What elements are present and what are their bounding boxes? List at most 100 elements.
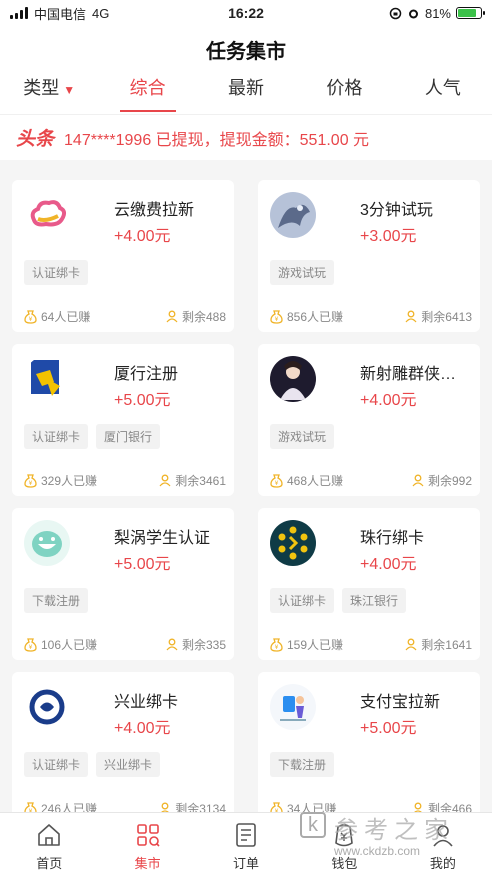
- svg-text:¥: ¥: [29, 644, 33, 651]
- money-bag-icon: ¥: [270, 309, 283, 324]
- svg-text:¥: ¥: [29, 316, 33, 323]
- task-name: 兴业绑卡: [114, 694, 179, 711]
- task-stats: ¥106人已赚 剩余335: [24, 636, 226, 653]
- earned-text: 329人已赚: [41, 474, 98, 488]
- earned-count: ¥329人已赚: [24, 472, 97, 489]
- task-tags: 认证绑卡 兴业绑卡: [24, 752, 161, 777]
- tab-comprehensive[interactable]: 综合: [98, 72, 196, 114]
- task-card[interactable]: 云缴费拉新 +4.00元 认证绑卡 ¥64人已赚 剩余488: [12, 180, 234, 332]
- task-reward: +5.00元: [360, 720, 417, 737]
- nav-orders[interactable]: 订单: [197, 813, 295, 878]
- page-title: 任务集市: [206, 40, 286, 63]
- carrier-label: 中国电信: [34, 6, 87, 22]
- battery-icon: [456, 7, 485, 19]
- tab-label: 价格: [326, 78, 363, 98]
- remaining-count: 剩余6413: [405, 308, 472, 325]
- task-tag: 认证绑卡: [24, 424, 89, 449]
- person-icon: [405, 310, 417, 323]
- tab-type[interactable]: 类型 ▼: [0, 72, 98, 114]
- nav-label: 我的: [429, 856, 456, 871]
- tab-popularity[interactable]: 人气: [394, 72, 492, 114]
- nav-label: 订单: [233, 856, 260, 871]
- xiamen-bank-logo-icon: [24, 356, 70, 402]
- task-tags: 游戏试玩: [270, 260, 335, 285]
- task-card[interactable]: 厦行注册 +5.00元 认证绑卡 厦门银行 ¥329人已赚 剩余3461: [12, 344, 234, 496]
- task-tags: 认证绑卡 厦门银行: [24, 424, 161, 449]
- headline-ticker[interactable]: 头条 147****1996 已提现，提现金额：551.00 元: [0, 114, 492, 160]
- tab-label: 人气: [424, 78, 461, 98]
- tab-price[interactable]: 价格: [295, 72, 393, 114]
- task-tag: 认证绑卡: [270, 588, 335, 613]
- wallet-icon: [335, 824, 354, 847]
- earned-text: 468人已赚: [287, 474, 344, 488]
- status-right: 81%: [312, 5, 485, 21]
- svg-text:¥: ¥: [29, 480, 33, 487]
- earned-text: 64人已赚: [41, 310, 91, 324]
- money-bag-icon: ¥: [24, 637, 37, 652]
- status-bar: 中国电信 4G 16:22 81%: [0, 0, 492, 26]
- network-label: 4G: [92, 5, 110, 21]
- money-bag-icon: ¥: [270, 637, 283, 652]
- task-reward: +5.00元: [114, 556, 171, 573]
- svg-text:¥: ¥: [275, 316, 279, 323]
- dragon-game-logo-icon: [270, 192, 316, 238]
- order-list-icon: [236, 823, 256, 847]
- svg-text:¥: ¥: [275, 644, 279, 651]
- task-tag: 认证绑卡: [24, 260, 89, 285]
- task-tag: 下载注册: [24, 588, 89, 613]
- tab-label: 最新: [228, 78, 265, 98]
- alipay-promo-logo-icon: [270, 684, 316, 730]
- filter-tabs: 类型 ▼ 综合 最新 价格 人气: [0, 72, 492, 114]
- remaining-text: 剩余992: [427, 474, 472, 488]
- task-name: 云缴费拉新: [114, 202, 195, 219]
- headline-text: 147****1996 已提现，提现金额：551.00 元: [64, 131, 370, 149]
- task-grid: 云缴费拉新 +4.00元 认证绑卡 ¥64人已赚 剩余488 3分钟试玩 +3.…: [12, 180, 480, 824]
- battery-percent: 81%: [424, 5, 451, 21]
- nav-wallet[interactable]: 钱包: [295, 813, 393, 878]
- remaining-text: 剩余1641: [421, 638, 472, 652]
- earned-count: ¥64人已赚: [24, 308, 90, 325]
- task-name: 梨涡学生认证: [114, 530, 211, 547]
- remaining-count: 剩余3461: [159, 472, 226, 489]
- task-card[interactable]: 珠行绑卡 +4.00元 认证绑卡 珠江银行 ¥159人已赚 剩余1641: [258, 508, 480, 660]
- earned-count: ¥159人已赚: [270, 636, 343, 653]
- tab-latest[interactable]: 最新: [197, 72, 295, 114]
- money-bag-icon: ¥: [24, 309, 37, 324]
- person-icon: [405, 638, 417, 651]
- page-header: 任务集市: [0, 26, 492, 72]
- task-card[interactable]: 新射雕群侠… +4.00元 游戏试玩 ¥468人已赚 剩余992: [258, 344, 480, 496]
- lock-rotation-icon: [389, 7, 402, 19]
- task-card[interactable]: 梨涡学生认证 +5.00元 下载注册 ¥106人已赚 剩余335: [12, 508, 234, 660]
- remaining-count: 剩余992: [412, 472, 472, 489]
- task-tag: 兴业绑卡: [96, 752, 161, 777]
- task-reward: +3.00元: [360, 228, 417, 245]
- task-tags: 下载注册: [270, 752, 335, 777]
- liwo-smile-logo-icon: [24, 520, 70, 566]
- wuxia-game-logo-icon: [270, 356, 316, 402]
- task-name: 支付宝拉新: [360, 694, 441, 711]
- remaining-text: 剩余3461: [175, 474, 226, 488]
- nav-market[interactable]: 集市: [98, 813, 196, 878]
- earned-text: 856人已赚: [287, 310, 344, 324]
- task-card[interactable]: 支付宝拉新 +5.00元 下载注册 ¥34人已赚 剩余466: [258, 672, 480, 824]
- task-card[interactable]: 3分钟试玩 +3.00元 游戏试玩 ¥856人已赚 剩余6413: [258, 180, 480, 332]
- earned-text: 159人已赚: [287, 638, 344, 652]
- person-icon: [166, 310, 178, 323]
- task-stats: ¥64人已赚 剩余488: [24, 308, 226, 325]
- bottom-nav: 首页 集市 订单 钱包 我的: [0, 812, 492, 878]
- task-card[interactable]: 兴业绑卡 +4.00元 认证绑卡 兴业绑卡 ¥246人已赚 剩余3134: [12, 672, 234, 824]
- task-reward: +4.00元: [114, 720, 171, 737]
- nav-profile[interactable]: 我的: [394, 813, 492, 878]
- nav-home[interactable]: 首页: [0, 813, 98, 878]
- person-icon: [166, 638, 178, 651]
- nav-label: 钱包: [331, 856, 358, 871]
- home-icon: [38, 824, 61, 846]
- task-name: 新射雕群侠…: [360, 366, 457, 383]
- task-name: 厦行注册: [114, 366, 179, 383]
- person-icon: [159, 474, 171, 487]
- task-name: 3分钟试玩: [360, 202, 433, 219]
- task-stats: ¥159人已赚 剩余1641: [270, 636, 472, 653]
- task-name: 珠行绑卡: [360, 530, 425, 547]
- task-tags: 认证绑卡: [24, 260, 89, 285]
- signal-icon: [10, 7, 28, 19]
